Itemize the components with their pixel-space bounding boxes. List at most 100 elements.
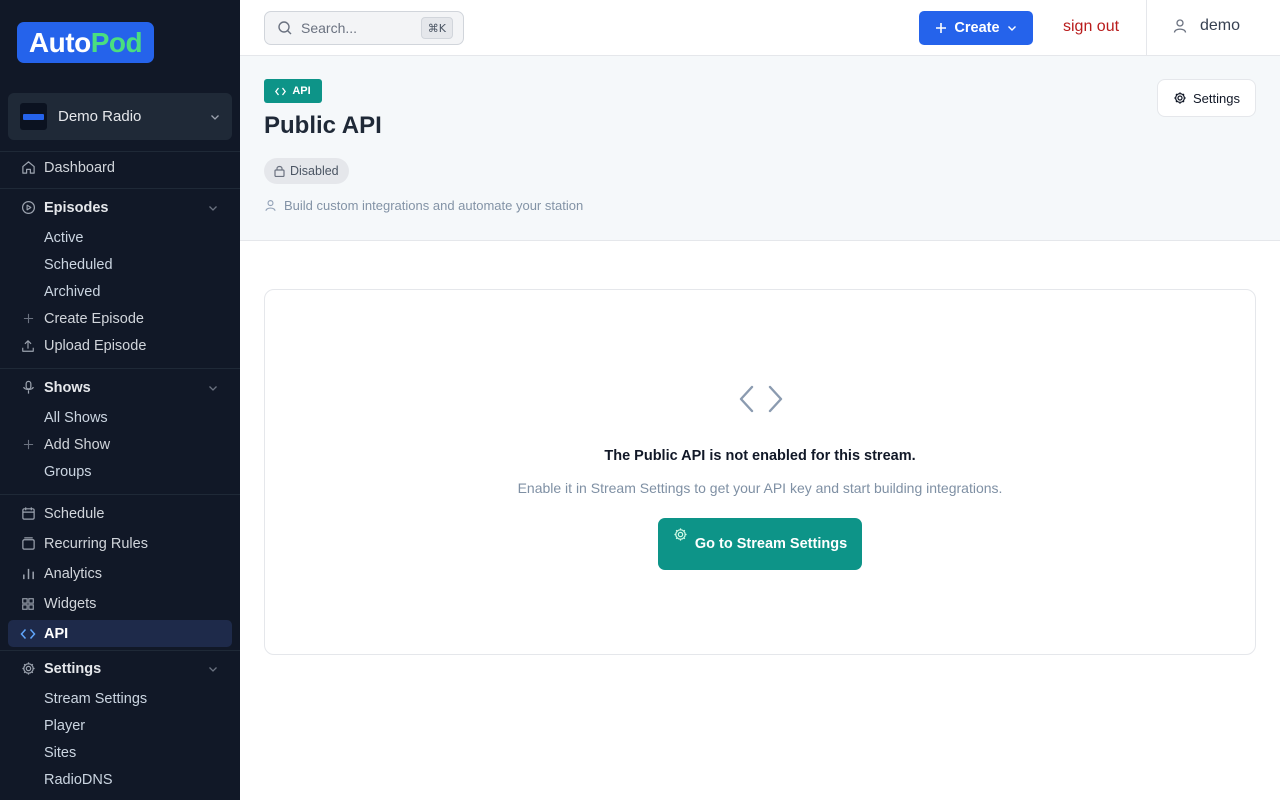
- sidebar-item-label: Dashboard: [44, 159, 115, 176]
- status-badge-label: Disabled: [290, 164, 339, 178]
- calendar-icon: [20, 506, 36, 522]
- play-circle-icon: [20, 200, 36, 216]
- sidebar-item-add-show[interactable]: Add Show: [8, 431, 232, 458]
- sidebar-item-archived[interactable]: Archived: [8, 278, 232, 305]
- sidebar-item-all-shows[interactable]: All Shows: [8, 404, 232, 431]
- sidebar-item-label: Widgets: [44, 595, 97, 612]
- page-subtitle-text: Build custom integrations and automate y…: [284, 198, 584, 213]
- plus-icon: [936, 23, 947, 33]
- sidebar-divider: [0, 151, 240, 152]
- sidebar-item-label: Player: [44, 717, 86, 734]
- empty-state-description: Enable it in Stream Settings to get your…: [517, 480, 1003, 496]
- sidebar-item-label: Active: [44, 229, 84, 246]
- sidebar-item-label: Upload Episode: [44, 337, 147, 354]
- main-content: Search... ⌘K Create sign out demo API Pu…: [240, 0, 1280, 800]
- page-type-badge: API: [264, 79, 322, 103]
- sidebar-section-label: Shows: [44, 379, 91, 396]
- settings-button-label: Settings: [1193, 90, 1240, 106]
- sidebar-section-settings[interactable]: Settings: [8, 655, 232, 682]
- calendar-repeat-icon: [20, 536, 36, 552]
- chevron-down-icon: [1007, 26, 1016, 31]
- gear-icon: [673, 527, 688, 546]
- page-header: API Public API Disabled Build custom int…: [240, 56, 1280, 241]
- sidebar-divider: [0, 188, 240, 189]
- user-menu[interactable]: demo: [1172, 17, 1240, 35]
- sidebar-item-stream-settings[interactable]: Stream Settings: [8, 685, 232, 712]
- sidebar-section-label: Episodes: [44, 199, 109, 216]
- sidebar-item-radiodns[interactable]: RadioDNS: [8, 766, 232, 793]
- sidebar-item-active[interactable]: Active: [8, 224, 232, 251]
- lock-icon: [274, 165, 285, 177]
- user-icon: [265, 200, 276, 211]
- sidebar-item-groups[interactable]: Groups: [8, 458, 232, 485]
- sidebar-divider: [0, 368, 240, 369]
- sidebar-item-label: Sites: [44, 744, 77, 761]
- go-to-stream-settings-button[interactable]: Go to Stream Settings: [658, 518, 862, 570]
- sidebar-item-label: Schedule: [44, 505, 105, 522]
- sidebar-item-label: RadioDNS: [44, 771, 113, 788]
- sidebar-item-label: Stream Settings: [44, 690, 148, 707]
- sidebar-item-upload-episode[interactable]: Upload Episode: [8, 332, 232, 359]
- sidebar-item-label: Groups: [44, 463, 92, 480]
- sidebar-item-player[interactable]: Player: [8, 712, 232, 739]
- gear-icon: [1174, 92, 1186, 104]
- sidebar-item-sites[interactable]: Sites: [8, 739, 232, 766]
- sidebar-item-label: Create Episode: [44, 310, 144, 327]
- go-to-stream-settings-label: Go to Stream Settings: [694, 536, 848, 552]
- grid-icon: [20, 596, 36, 612]
- chevron-down-icon: [209, 386, 217, 391]
- sidebar-item-schedule[interactable]: Schedule: [8, 500, 232, 527]
- sidebar-item-widgets[interactable]: Widgets: [8, 590, 232, 617]
- user-icon: [1173, 19, 1187, 33]
- logo-text-auto: Auto: [28, 26, 91, 58]
- sidebar-item-label: Recurring Rules: [44, 535, 148, 552]
- sidebar-section-label: Settings: [44, 660, 102, 677]
- page-title: Public API: [264, 112, 382, 139]
- empty-state-title: The Public API is not enabled for this s…: [604, 448, 916, 464]
- search-placeholder: Search...: [301, 20, 358, 36]
- plus-icon: [20, 311, 36, 327]
- sidebar-item-label: Scheduled: [44, 256, 113, 273]
- sidebar-item-api[interactable]: API: [8, 620, 232, 647]
- chevron-down-icon: [209, 206, 217, 211]
- sidebar-item-analytics[interactable]: Analytics: [8, 560, 232, 587]
- sidebar: AutoPod Demo Radio Dashboard Episodes Ac…: [0, 0, 240, 800]
- station-switcher[interactable]: Demo Radio: [8, 93, 232, 140]
- station-logo: [20, 103, 47, 130]
- search-icon: [278, 21, 292, 35]
- status-badge: Disabled: [264, 158, 349, 184]
- upload-icon: [20, 338, 36, 354]
- code-icon: [739, 385, 783, 413]
- chevron-down-icon: [209, 667, 217, 672]
- sidebar-item-label: Analytics: [44, 565, 103, 582]
- search-input[interactable]: Search... ⌘K: [264, 11, 464, 45]
- create-button[interactable]: Create: [919, 11, 1033, 45]
- sidebar-item-scheduled[interactable]: Scheduled: [8, 251, 232, 278]
- page-type-badge-label: API: [292, 85, 311, 97]
- page-subtitle: Build custom integrations and automate y…: [264, 198, 583, 213]
- username: demo: [1200, 17, 1241, 34]
- gear-icon: [20, 661, 36, 677]
- sidebar-item-label: All Shows: [44, 409, 108, 426]
- sign-out-link[interactable]: sign out: [1063, 18, 1119, 36]
- station-name: Demo Radio: [58, 108, 142, 125]
- logo-text-pod: Pod: [90, 26, 143, 58]
- sidebar-section-shows[interactable]: Shows: [8, 374, 232, 401]
- sidebar-divider: [0, 650, 240, 651]
- create-button-label: Create: [954, 20, 1000, 36]
- sidebar-item-recurring-rules[interactable]: Recurring Rules: [8, 530, 232, 557]
- sidebar-item-label: Archived: [44, 283, 101, 300]
- app-logo[interactable]: AutoPod: [17, 22, 154, 63]
- code-icon: [275, 87, 287, 95]
- plus-icon: [20, 437, 36, 453]
- topbar-divider: [1146, 0, 1147, 56]
- empty-state-card: The Public API is not enabled for this s…: [264, 289, 1256, 655]
- sidebar-item-create-episode[interactable]: Create Episode: [8, 305, 232, 332]
- chevron-down-icon: [211, 114, 219, 120]
- sidebar-section-episodes[interactable]: Episodes: [8, 194, 232, 221]
- settings-button[interactable]: Settings: [1157, 79, 1256, 117]
- home-icon: [20, 160, 36, 176]
- sidebar-item-label: Add Show: [44, 436, 111, 453]
- sidebar-item-dashboard[interactable]: Dashboard: [8, 154, 232, 181]
- top-bar: Search... ⌘K Create sign out demo: [240, 0, 1280, 56]
